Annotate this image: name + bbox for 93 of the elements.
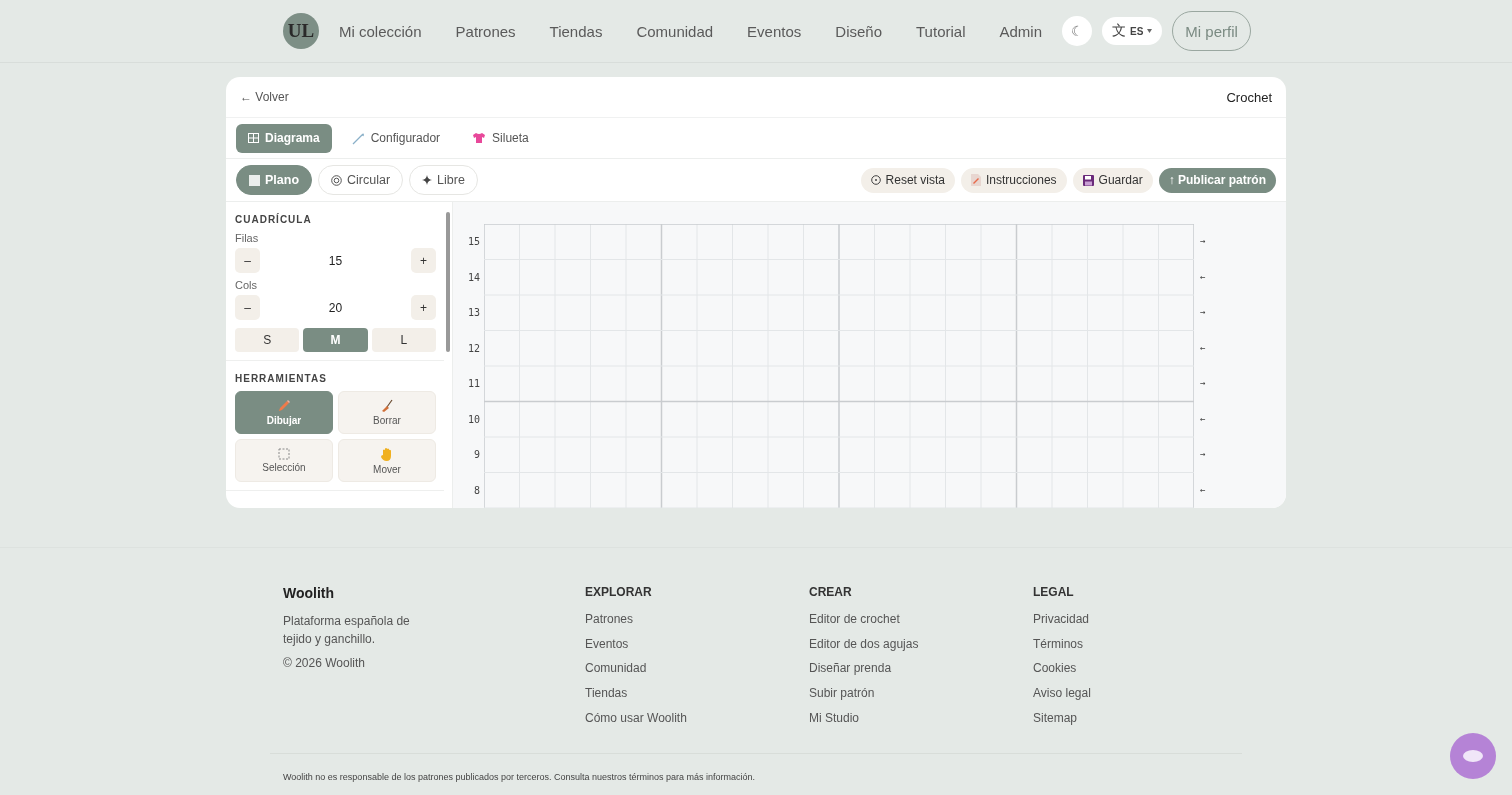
row-number: 13 [467,306,481,320]
footer-heading: CREAR [809,585,853,599]
row-direction: ← [1199,483,1206,497]
footer-link[interactable]: Patrones [585,612,809,627]
footer-heading: LEGAL [1033,585,1075,599]
caret-icon [1147,29,1153,33]
footer-link[interactable]: Términos [1033,636,1257,652]
row-number: 9 [473,448,481,462]
row-direction: ← [1199,270,1206,284]
document-icon [970,174,981,186]
tab[interactable]: Configurador [339,123,453,153]
footer-heading: EXPLORAR [585,585,653,599]
row-number: 11 [467,377,481,391]
footer-link[interactable]: Cómo usar Woolith [585,710,809,726]
logo[interactable]: UL [283,13,319,49]
row-direction: → [1199,306,1206,319]
row-number: 10 [467,412,481,427]
mode-button[interactable]: Circular [318,165,404,195]
nav-link[interactable]: Tutorial [916,22,966,40]
dashed-square-icon [278,448,290,460]
stepper-value: 15 [328,253,343,268]
copyright: © 2026 Woolith [283,656,366,670]
footer-link[interactable]: Tiendas [585,686,809,702]
row-direction: → [1199,448,1206,461]
decrement-button[interactable]: – [235,248,260,273]
footer-brand: Woolith [283,585,336,601]
footer-link[interactable]: Diseñar prenda [809,661,1033,677]
pencil-icon [277,399,291,413]
nav-link[interactable]: Comunidad [636,22,714,40]
size-button[interactable]: M [303,328,368,352]
language-selector[interactable]: 文 ES [1102,17,1163,45]
hand-icon [380,446,394,462]
field-label: Cols [235,279,258,291]
footer-link[interactable]: Comunidad [585,661,809,677]
footer-link[interactable]: Sitemap [1033,710,1257,726]
tool-button[interactable]: Mover [338,439,436,482]
tool-button[interactable]: Borrar [338,391,436,434]
row-number: 14 [467,270,481,285]
nav-link[interactable]: Patrones [455,22,516,40]
action-button[interactable]: Reset vista [860,167,955,193]
mode-button[interactable]: Libre [409,165,478,195]
nav-link[interactable]: Admin [999,22,1042,40]
size-button[interactable]: S [235,328,300,352]
row-direction: → [1199,235,1206,248]
chat-bubble-icon [1463,750,1483,762]
footer-link[interactable]: Eventos [585,636,809,652]
footer-link[interactable]: Subir patrón [809,686,1033,702]
action-button[interactable]: Instrucciones [960,167,1067,193]
tab[interactable]: Diagrama [236,123,332,153]
section-title: HERRAMIENTAS [235,373,328,384]
row-direction: ← [1199,412,1206,426]
footer-link[interactable]: Aviso legal [1033,686,1257,702]
back-link[interactable]: ← Volver [240,90,289,104]
row-number: 8 [473,483,481,498]
tool-button[interactable]: Selección [235,439,333,482]
footer-link[interactable]: Privacidad [1033,612,1257,627]
chat-button[interactable] [1450,733,1496,779]
sparkle-icon [422,175,433,185]
ring-icon [331,174,343,186]
square-icon [249,174,260,186]
craft-label: Crochet [1226,89,1272,105]
row-number: 15 [467,235,481,249]
nav-link[interactable]: Diseño [835,22,882,40]
theme-toggle[interactable]: ☾ [1062,16,1092,46]
tool-button[interactable]: Dibujar [235,391,333,434]
row-number: 12 [467,341,481,356]
action-button[interactable]: ↑ Publicar patrón [1158,167,1276,193]
nav-link[interactable]: Eventos [747,22,802,40]
footer-link[interactable]: Cookies [1033,661,1257,677]
increment-button[interactable]: + [411,295,436,320]
disclaimer: Woolith no es responsable de los patrones publicados por terceros. Consulta nuestros términos para más información. [283,772,756,782]
hook-icon [351,131,365,145]
footer-link[interactable]: Editor de crochet [809,612,1033,627]
footer-tagline: Plataforma española de tejido y ganchillo. [283,613,411,648]
section-title: CUADRÍCULA [235,214,313,225]
size-button[interactable]: L [371,328,436,352]
action-button[interactable]: Guardar [1072,167,1153,193]
tab[interactable]: Silueta [460,123,541,153]
grid-icon [248,133,259,143]
stepper-value: 20 [328,300,343,315]
circle-icon [870,175,881,185]
broom-icon [380,399,394,413]
row-direction: → [1199,377,1206,390]
nav-link[interactable]: Mi colección [339,22,422,40]
decrement-button[interactable]: – [235,295,260,320]
field-label: Filas [235,232,260,244]
footer-link[interactable]: Editor de dos agujas [809,636,1033,652]
shirt-icon [472,132,487,144]
increment-button[interactable]: + [411,248,436,273]
mode-button[interactable]: Plano [236,165,313,195]
row-direction: ← [1199,341,1206,355]
nav-link[interactable]: Tiendas [549,22,603,40]
footer-link[interactable]: Mi Studio [809,710,1033,726]
